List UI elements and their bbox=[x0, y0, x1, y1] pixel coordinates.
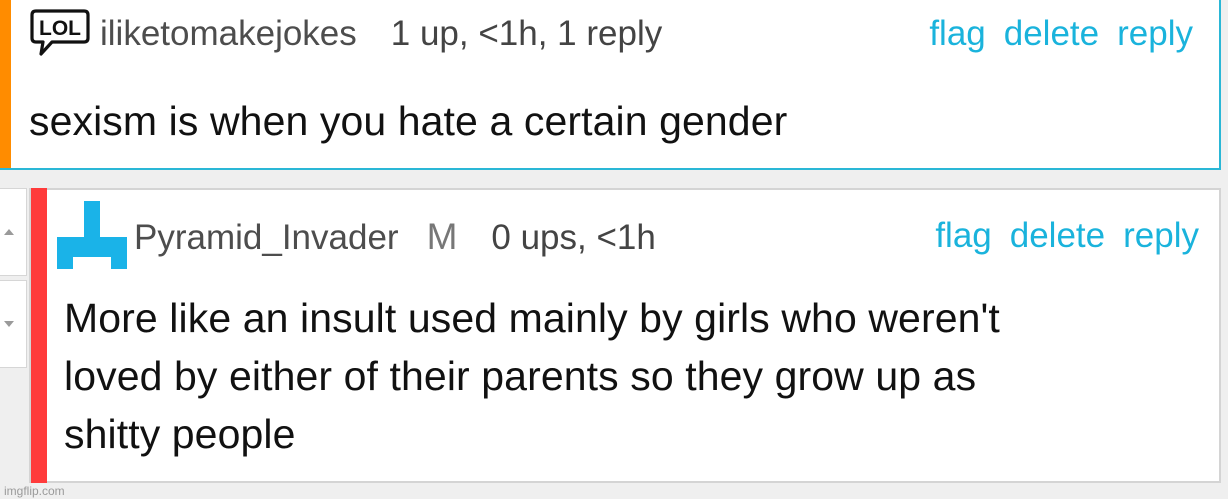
top-comment: LOL iliketomakejokes 1 up, <1h, 1 reply … bbox=[0, 0, 1221, 170]
downvote-arrow-icon bbox=[4, 321, 14, 327]
vote-column bbox=[0, 188, 27, 370]
comment-accent-bar bbox=[31, 188, 47, 483]
pyramid-invader-avatar-icon bbox=[57, 201, 127, 269]
upvote-arrow-icon bbox=[4, 229, 14, 235]
lol-speech-bubble-icon: LOL bbox=[30, 9, 90, 56]
comment-body: More like an insult used mainly by girls… bbox=[64, 289, 1214, 463]
reply-link[interactable]: reply bbox=[1123, 216, 1199, 256]
watermark: imgflip.com bbox=[4, 484, 65, 498]
svg-text:LOL: LOL bbox=[39, 17, 81, 40]
comment-body-line: shitty people bbox=[64, 411, 296, 457]
comment-stats: 0 ups, <1h bbox=[491, 218, 656, 257]
comment-body: sexism is when you hate a certain gender bbox=[29, 98, 788, 144]
comment-accent-bar bbox=[0, 0, 11, 168]
reply-link[interactable]: reply bbox=[1117, 14, 1193, 54]
upvote-button[interactable] bbox=[0, 188, 27, 276]
flag-link[interactable]: flag bbox=[935, 216, 991, 256]
username-link[interactable]: iliketomakejokes bbox=[100, 14, 357, 54]
comment-actions: flag delete reply bbox=[929, 14, 1193, 54]
username-link[interactable]: Pyramid_Invader bbox=[134, 218, 399, 258]
comment-stats: 1 up, <1h, 1 reply bbox=[390, 14, 663, 53]
downvote-button[interactable] bbox=[0, 280, 27, 368]
reply-comment: Pyramid_Invader M 0 ups, <1h flag delete… bbox=[29, 188, 1221, 483]
delete-link[interactable]: delete bbox=[1010, 216, 1105, 256]
comment-meta: iliketomakejokes 1 up, <1h, 1 reply bbox=[100, 14, 662, 54]
comment-actions: flag delete reply bbox=[935, 216, 1199, 256]
comment-meta: Pyramid_Invader M 0 ups, <1h bbox=[134, 216, 656, 258]
comment-body-line: loved by either of their parents so they… bbox=[64, 353, 977, 399]
delete-link[interactable]: delete bbox=[1004, 14, 1099, 54]
mod-badge: M bbox=[426, 216, 458, 257]
comment-body-line: More like an insult used mainly by girls… bbox=[64, 295, 1000, 341]
flag-link[interactable]: flag bbox=[929, 14, 985, 54]
